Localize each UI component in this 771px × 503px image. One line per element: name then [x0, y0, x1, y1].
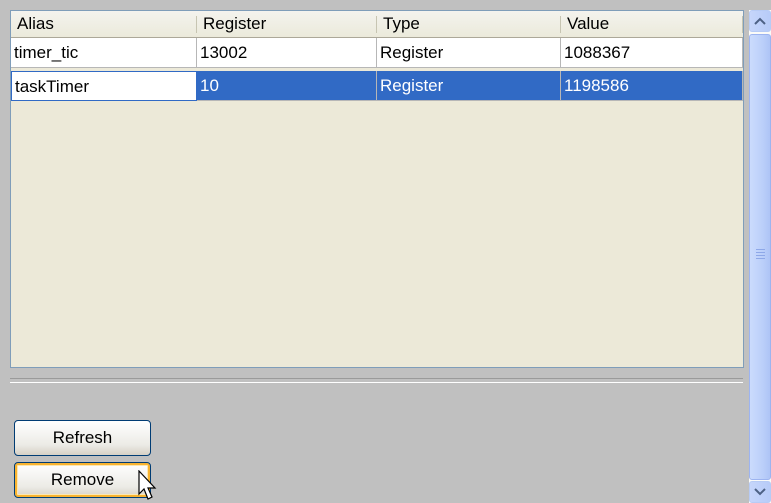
panel-divider [10, 378, 743, 383]
thumb-grip-line [756, 249, 765, 250]
vertical-scrollbar[interactable] [749, 10, 771, 503]
mouse-pointer-icon [138, 470, 157, 500]
table-row-selected[interactable]: taskTimer 10 Register 1198586 [11, 71, 743, 101]
refresh-button[interactable]: Refresh [14, 420, 151, 456]
scroll-down-arrow-icon [754, 488, 766, 496]
cell-register[interactable]: 13002 [197, 38, 377, 68]
cell-value[interactable]: 1088367 [561, 38, 743, 68]
window: Alias Register Type Value timer_tic 1300… [0, 0, 771, 503]
scroll-down-button[interactable] [749, 481, 771, 503]
cell-value[interactable]: 1198586 [561, 71, 743, 101]
scroll-up-arrow-icon [754, 17, 766, 25]
column-header-type[interactable]: Type [377, 11, 561, 37]
column-header-value[interactable]: Value [561, 11, 743, 37]
alias-table[interactable]: Alias Register Type Value timer_tic 1300… [10, 10, 744, 368]
thumb-grip-line [756, 255, 765, 256]
cell-alias[interactable]: taskTimer [11, 71, 197, 101]
scrollbar-thumb[interactable] [749, 34, 771, 480]
cell-type[interactable]: Register [377, 71, 561, 101]
thumb-grip-line [756, 252, 765, 253]
cell-type[interactable]: Register [377, 38, 561, 68]
remove-button[interactable]: Remove [14, 462, 151, 498]
cell-register[interactable]: 10 [197, 71, 377, 101]
table-header: Alias Register Type Value [11, 11, 743, 38]
column-header-register[interactable]: Register [197, 11, 377, 37]
cell-alias[interactable]: timer_tic [11, 38, 197, 68]
column-header-alias[interactable]: Alias [11, 11, 197, 37]
thumb-grip-line [756, 258, 765, 259]
scroll-up-button[interactable] [749, 10, 771, 32]
table-row[interactable]: timer_tic 13002 Register 1088367 [11, 38, 743, 68]
